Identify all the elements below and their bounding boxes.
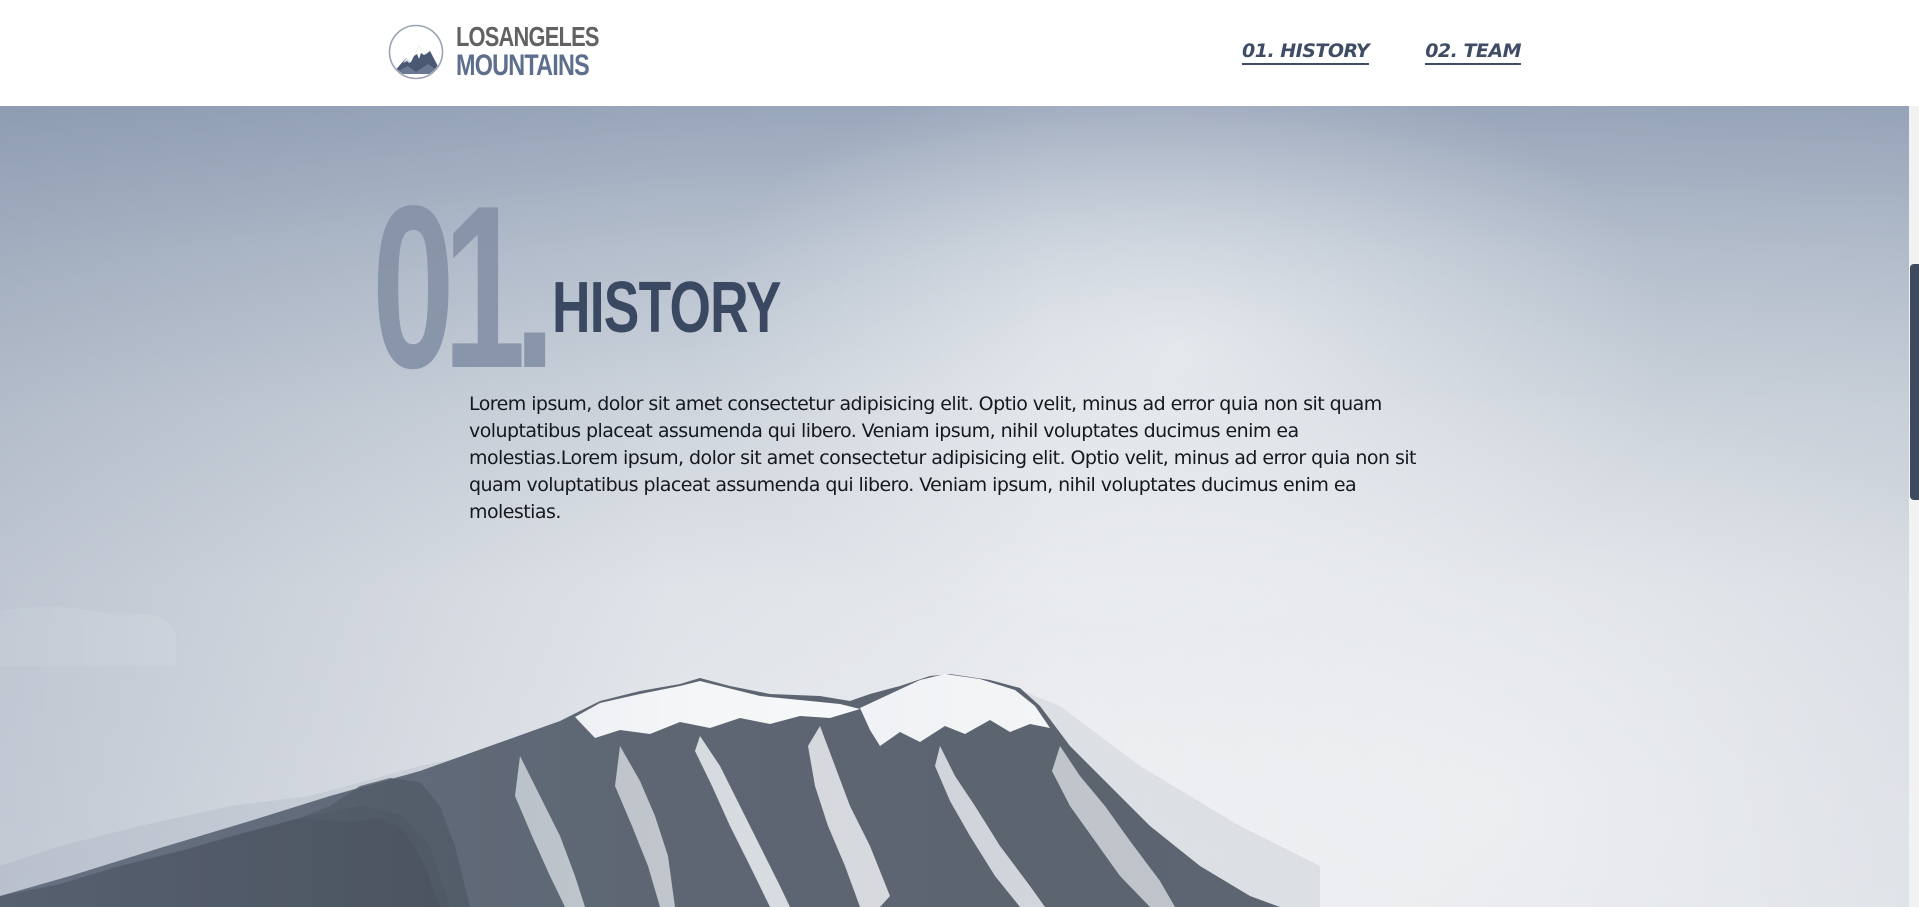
section-number: 01. — [372, 158, 555, 417]
brand-name-line2: MOUNTAINS — [456, 49, 590, 82]
main-nav: 01. HISTORY 02. TEAM — [1242, 40, 1522, 65]
history-section: 01. HISTORY Lorem ipsum, dolor sit amet … — [0, 106, 1909, 907]
site-header: LOSANGELES MOUNTAINS 01. HISTORY 02. TEA… — [0, 0, 1919, 106]
section-body-text: Lorem ipsum, dolor sit amet consectetur … — [469, 393, 1417, 523]
page-scrollbar[interactable] — [1909, 106, 1919, 907]
mountain-logo-icon — [388, 24, 444, 80]
scrollbar-thumb[interactable] — [1910, 264, 1919, 500]
nav-link-team[interactable]: 02. TEAM — [1425, 40, 1522, 65]
section-title: HISTORY — [552, 268, 781, 348]
brand-name-line1: LOSANGELES — [456, 21, 599, 52]
nav-link-history[interactable]: 01. HISTORY — [1242, 40, 1370, 65]
brand-logo[interactable]: LOSANGELES MOUNTAINS — [388, 22, 639, 82]
brand-name: LOSANGELES MOUNTAINS — [456, 23, 639, 81]
